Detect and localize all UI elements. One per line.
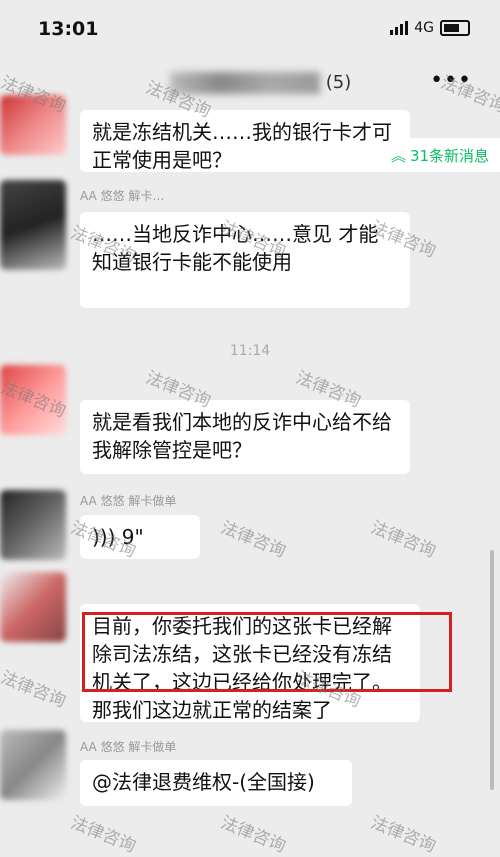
scrollbar[interactable] [490,550,494,790]
battery-icon [440,20,470,36]
network-status: 4G [390,20,470,36]
watermark: 法律咨询 [217,812,289,857]
avatar[interactable] [0,490,66,560]
sender-name: AA 悠悠 解卡做单 [80,494,177,508]
chat-header: (5) ••• [0,60,500,110]
watermark: 法律咨询 [67,812,139,857]
message-text: 就是看我们本地的反诈中心给不给我解除管控是吧？ [92,410,392,462]
new-messages-button[interactable]: ︽ 31条新消息 [380,138,500,172]
new-messages-label: 31条新消息 [409,146,490,165]
message-bubble[interactable]: 就是冻结机关……我的银行卡才可正常使用是吧？ [80,110,410,172]
member-count: (5) [325,72,352,93]
highlight-box [82,612,452,692]
watermark: 法律咨询 [367,812,439,857]
watermark: 法律咨询 [217,517,289,562]
more-icon[interactable]: ••• [430,68,472,93]
timestamp: 11:14 [229,343,271,359]
message-text: 就是冻结机关……我的银行卡才可正常使用是吧？ [92,120,392,172]
sender-name: AA 悠悠 解卡… [80,189,165,203]
message-text: @法律退费维权-(全国接) [92,770,315,794]
sender-name: AA 悠悠 解卡做单 [80,740,177,754]
message-bubble[interactable]: @法律退费维权-(全国接) [80,760,352,806]
voice-icon: ))) [92,525,116,549]
avatar[interactable] [0,572,66,642]
signal-icon [390,21,409,35]
voice-message[interactable]: ))) 9" [80,515,200,559]
avatar[interactable] [0,730,66,800]
avatar[interactable] [0,180,66,270]
clock: 13:01 [38,18,99,40]
avatar[interactable] [0,95,66,155]
chat-title: (5) [170,72,351,94]
chat-title-redacted [170,72,320,94]
voice-duration: 9" [121,525,144,549]
message-text-tail: 那我们这边就正常的结案了 [92,698,332,722]
network-type: 4G [414,20,434,36]
message-bubble[interactable]: ……当地反诈中心……意见 才能知道银行卡能不能使用 [80,212,410,308]
message-text: ……当地反诈中心……意见 才能知道银行卡能不能使用 [92,222,379,274]
avatar[interactable] [0,365,66,435]
double-chevron-up-icon: ︽ [390,146,406,165]
watermark: 法律咨询 [0,667,69,712]
status-bar: 13:01 4G [0,0,500,60]
message-bubble[interactable]: 就是看我们本地的反诈中心给不给我解除管控是吧？ [80,400,410,474]
watermark: 法律咨询 [367,517,439,562]
